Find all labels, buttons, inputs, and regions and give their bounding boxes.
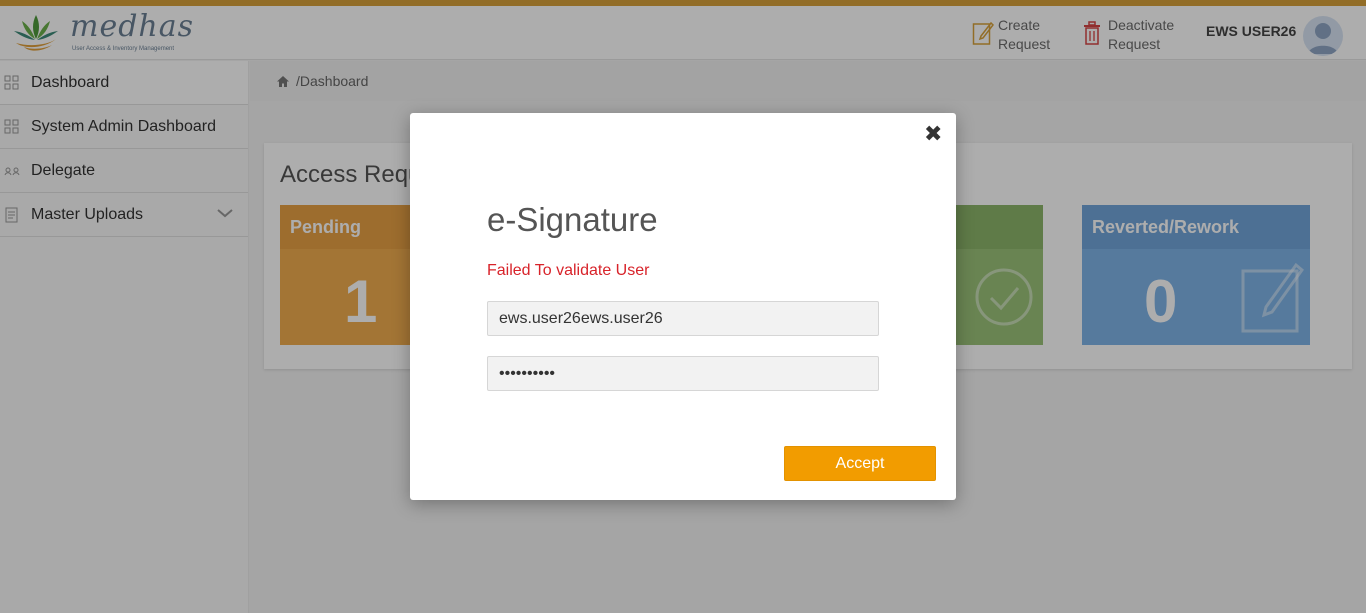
dialog-title: e-Signature [487, 201, 658, 238]
e-signature-dialog: ✖ e-Signature Failed To validate User Ac… [410, 113, 956, 500]
accept-button[interactable]: Accept [784, 446, 936, 481]
username-field[interactable] [487, 301, 879, 336]
password-field[interactable] [487, 356, 879, 391]
error-message: Failed To validate User [487, 262, 650, 279]
close-icon[interactable]: ✖ [924, 123, 942, 145]
